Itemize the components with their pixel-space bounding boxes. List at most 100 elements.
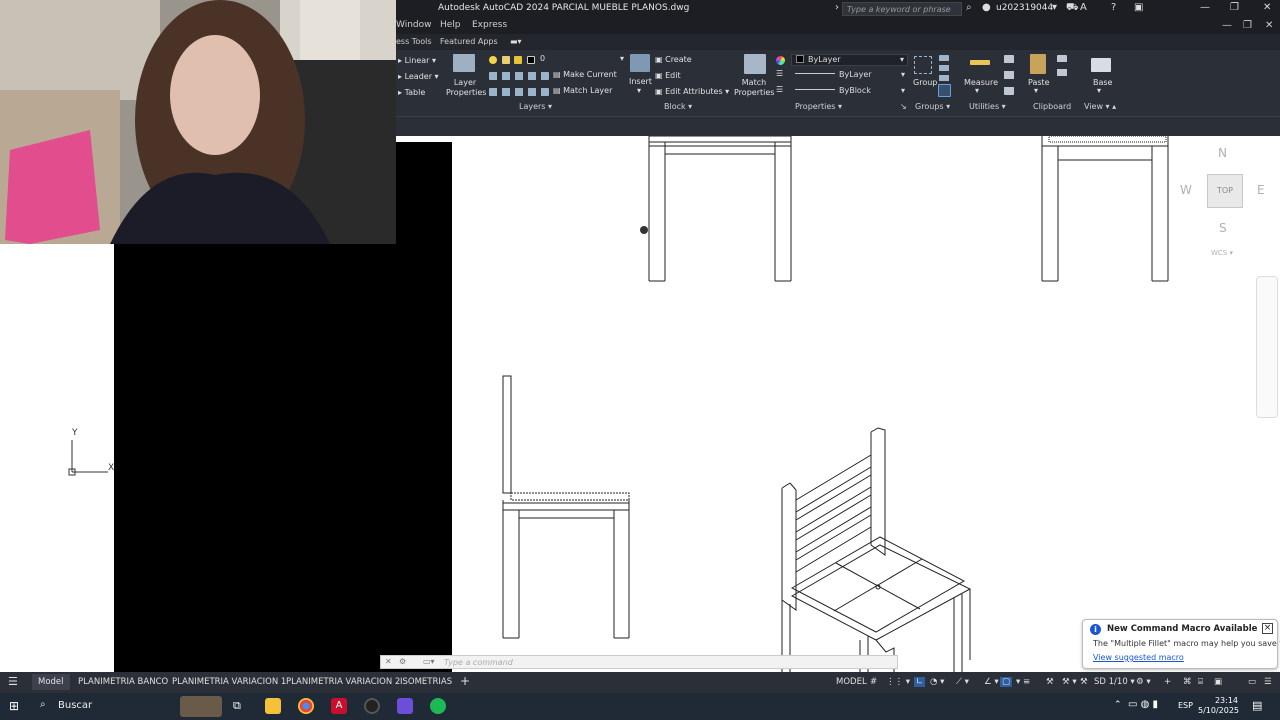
plus-icon[interactable]: + <box>1164 677 1171 687</box>
doc-minimize-icon[interactable]: — <box>1222 20 1232 31</box>
user-name[interactable]: u202319044 <box>996 3 1053 13</box>
sun-icon[interactable] <box>502 56 510 64</box>
measure-icon[interactable] <box>970 60 990 65</box>
prompt-history-icon[interactable]: ▭▾ <box>423 657 435 666</box>
block-panel-title[interactable]: Block ▾ <box>664 102 692 111</box>
chevron-down-icon[interactable]: ▾ <box>1052 2 1057 13</box>
viewcube-north[interactable]: N <box>1218 146 1227 160</box>
minimize-icon[interactable]: — <box>1200 2 1210 13</box>
workspace-gear-icon[interactable]: ⚙ ▾ <box>1136 677 1151 687</box>
make-current-button[interactable]: ▤ Make Current <box>553 70 617 79</box>
wrench-icon[interactable]: ⚙ <box>399 657 406 666</box>
match-properties-icon[interactable] <box>744 54 766 74</box>
chevron-up-icon[interactable]: ⌃ <box>1114 700 1122 710</box>
doc-close-icon[interactable]: ✕ <box>1265 20 1273 31</box>
bulb-icon[interactable] <box>489 56 497 64</box>
properties-launcher-icon[interactable]: ↘ <box>900 102 907 111</box>
menu-icon[interactable]: ☰ <box>8 675 18 688</box>
properties-panel-title[interactable]: Properties ▾ <box>795 102 842 111</box>
system-tray-icons[interactable]: ▭ ◍ ▮ <box>1128 699 1158 710</box>
viewcube-east[interactable]: E <box>1257 183 1265 197</box>
search-icon[interactable]: ⌕ <box>966 2 972 13</box>
base-view-icon[interactable] <box>1091 58 1111 72</box>
customization-icon[interactable]: ☰ <box>1264 677 1272 687</box>
paste-icon[interactable] <box>1030 54 1046 74</box>
chair-side-view[interactable] <box>502 375 630 639</box>
restore-icon[interactable]: ❐ <box>1230 2 1239 13</box>
match-properties-button[interactable]: Match Properties <box>734 78 774 98</box>
clock[interactable]: 23:14 5/10/2025 <box>1198 696 1239 716</box>
tab-planimetria-banco[interactable]: PLANIMETRIA BANCO <box>78 677 168 687</box>
tab-isometrias[interactable]: ISOMETRIAS <box>400 677 452 687</box>
insert-button[interactable]: Insert <box>629 77 652 86</box>
scale-dropdown[interactable]: SD 1/10 ▾ <box>1094 677 1135 687</box>
obs-icon[interactable] <box>364 698 380 714</box>
tab-planimetria-variacion-1[interactable]: PLANIMETRIA VARIACION 1 <box>172 677 286 687</box>
layer-tools-icons-2[interactable] <box>489 88 549 96</box>
view-panel-title[interactable]: View ▾ ▴ <box>1084 102 1116 111</box>
leader-button[interactable]: ▸ Leader ▾ <box>398 72 439 81</box>
groups-panel-title[interactable]: Groups ▾ <box>915 102 950 111</box>
object-snap-icon[interactable]: ▢ <box>1000 677 1013 687</box>
ribbon-toggle-icon[interactable]: ▬▾ <box>510 37 522 46</box>
doc-restore-icon[interactable]: ❐ <box>1243 20 1252 31</box>
close-icon[interactable]: ✕ <box>1263 2 1271 13</box>
isolate-icon[interactable]: ⌘ <box>1183 677 1192 687</box>
user-icon[interactable]: ● <box>982 2 991 13</box>
navigation-bar[interactable] <box>1256 276 1278 418</box>
menu-express[interactable]: Express <box>472 20 507 30</box>
menu-window[interactable]: Window <box>396 20 432 30</box>
group-button[interactable]: Group <box>913 78 937 87</box>
measure-button[interactable]: Measure <box>964 78 998 87</box>
lock-icon[interactable] <box>514 56 522 64</box>
viewcube-west[interactable]: W <box>1180 183 1192 197</box>
layers-panel-title[interactable]: Layers ▾ <box>519 102 552 111</box>
notifications-icon[interactable]: ▤ <box>1252 699 1262 712</box>
lineweight-dropdown[interactable]: ByBlock ▾ <box>791 86 908 98</box>
linear-dim-button[interactable]: ▸ Linear ▾ <box>398 56 436 65</box>
annotation-scale-icon[interactable]: ⚒ <box>1080 677 1088 687</box>
autocad-icon[interactable]: A <box>331 698 347 714</box>
share-icon[interactable]: ▣ <box>1134 2 1143 13</box>
taskbar-search[interactable]: ⌕ Buscar <box>34 696 224 717</box>
clipboard-panel-title[interactable]: Clipboard <box>1033 102 1071 111</box>
wcs-menu[interactable]: WCS ▾ <box>1211 249 1233 257</box>
layer-properties-button[interactable]: Layer Properties <box>446 78 486 98</box>
viewcube-south[interactable]: S <box>1219 221 1227 235</box>
help-search-input[interactable]: Type a keyword or phrase <box>842 2 962 16</box>
layer-tools-icons[interactable] <box>489 72 549 80</box>
tab-express-tools[interactable]: ess Tools <box>396 37 432 46</box>
color-dropdown[interactable]: ByLayer ▾ <box>791 54 908 66</box>
windows-start-icon[interactable]: ⊞ <box>9 699 19 713</box>
layer-dropdown[interactable]: 0 ▾ <box>536 54 624 66</box>
utility-tools-icons[interactable] <box>1004 55 1014 95</box>
annotation-autoscale-icon[interactable]: ⚒ ▾ <box>1062 677 1077 687</box>
chevron-right-icon[interactable]: › <box>835 2 839 13</box>
chair-isometric-view[interactable] <box>781 427 972 672</box>
grid-icon[interactable]: # <box>870 677 877 687</box>
help-icon[interactable]: ? <box>1111 2 1116 13</box>
osnap-icon[interactable]: ∠ ▾ <box>984 677 999 687</box>
group-tools-icons[interactable] <box>939 55 949 83</box>
autodesk-a360-icon[interactable]: A <box>1080 2 1087 13</box>
base-button[interactable]: Base <box>1093 78 1112 87</box>
table-button[interactable]: ▸ Table <box>398 88 425 97</box>
create-block-button[interactable]: ▣ Create <box>655 55 692 64</box>
edit-attributes-button[interactable]: ▣ Edit Attributes ▾ <box>655 87 729 96</box>
group-select-icon[interactable] <box>938 84 951 97</box>
tab-featured-apps[interactable]: Featured Apps <box>440 37 498 46</box>
chevron-down-icon[interactable]: ▾ <box>1097 86 1101 95</box>
edit-block-button[interactable]: ▣ Edit <box>655 71 681 80</box>
utilities-panel-title[interactable]: Utilities ▾ <box>969 102 1006 111</box>
add-layout-icon[interactable]: + <box>460 674 470 688</box>
file-explorer-icon[interactable] <box>265 698 281 714</box>
language-indicator[interactable]: ESP <box>1178 701 1193 710</box>
hardware-accel-icon[interactable]: ⌸ <box>1198 677 1203 687</box>
chrome-icon[interactable] <box>298 698 314 714</box>
isodraft-icon[interactable]: ⟋ ▾ <box>956 677 969 687</box>
layer-properties-icon[interactable] <box>453 54 475 72</box>
clipboard-tools-icons[interactable] <box>1057 55 1067 79</box>
chevron-down-icon[interactable]: ▾ <box>637 86 641 95</box>
fullscreen-icon[interactable]: ▭ <box>1248 677 1256 687</box>
chevron-down-icon[interactable]: ▾ <box>975 86 979 95</box>
